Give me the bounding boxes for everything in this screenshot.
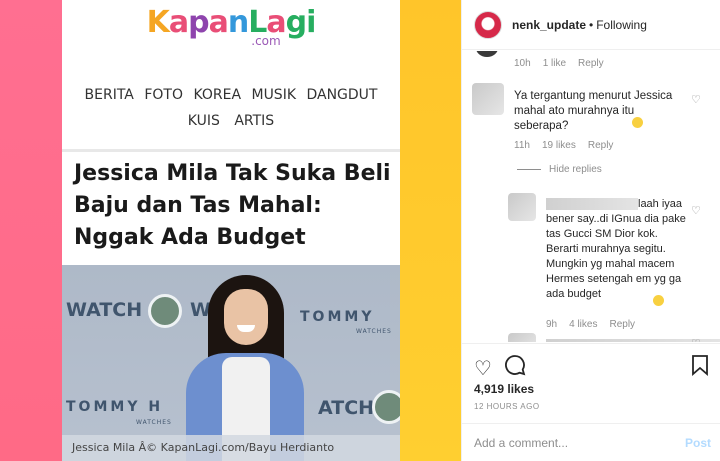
avatar[interactable] [508,193,536,221]
watch-logo-icon-2 [372,390,400,424]
avatar[interactable] [472,83,504,115]
laughing-emoji-icon [632,117,643,128]
comment-meta: 10h 1 like Reply [514,58,616,69]
photo-caption: Jessica Mila Â© KapanLagi.com/Bayu Herdi… [62,435,400,461]
reply-button[interactable]: Reply [609,319,635,330]
post-header: nenk_update • Following [462,0,720,50]
post-button[interactable]: Post [685,436,711,450]
add-comment-bar: Post [462,423,720,461]
nav-dangdut: DANGDUT [306,87,378,103]
brand-watch-3: ATCH [318,397,375,419]
post-actions: ♡ 4,919 likes 12 HOURS AGO [462,343,720,423]
avatar[interactable] [474,11,502,39]
divider [62,149,400,152]
header-text: nenk_update • Following [512,18,647,32]
article-photo: WATCH WO TOMMY WATCHES TOMMY H WATCHES A… [62,265,400,461]
comment-text: laah iyaa bener say..di IGnua dia pake t… [546,197,688,302]
comment-likes[interactable]: 19 likes [542,140,576,151]
comment-text: Ya tergantung menurut Jessica mahal ato … [514,90,673,132]
post-time: 12 HOURS AGO [474,402,540,411]
heart-icon[interactable]: ♡ [691,93,701,106]
nav-berita: BERITA [84,87,134,103]
comments-panel: nenk_update • Following 10h 1 like Reply Ya … [461,0,720,461]
nav-artis: ARTIS [234,113,275,129]
nav-foto: FOTO [144,87,183,103]
comment-likes[interactable]: 4 likes [569,319,597,330]
gradient-left [0,0,62,461]
brand-tommy-1: TOMMY [300,309,375,325]
separator: • [589,18,594,32]
avatar[interactable] [508,333,536,342]
reply-button[interactable]: Reply [588,140,614,151]
blurred-mention [546,197,638,210]
comments-list[interactable]: 10h 1 like Reply Ya tergantung menurut Jes… [462,51,720,342]
article-card: KapanLagi .com BERITA FOTO KOREA MUSIK D… [62,0,400,461]
nav-musik: MUSIK [251,87,297,103]
avatar[interactable] [476,51,498,57]
comment-likes[interactable]: 1 like [543,58,566,69]
nav-korea: KOREA [193,87,242,103]
brand-tommy-sub-2: WATCHES [136,419,172,426]
laughing-emoji-icon [653,295,664,306]
comment-time: 10h [514,58,531,69]
comment-input[interactable] [474,433,664,453]
comment-time: 9h [546,319,558,330]
hide-replies-button[interactable]: Hide replies [517,164,602,175]
reply-button[interactable]: Reply [578,58,604,69]
site-nav: BERITA FOTO KOREA MUSIK DANGDUT [62,76,400,114]
heart-icon[interactable]: ♡ [691,204,701,217]
brand-watch-1: WATCH [66,299,143,321]
bookmark-icon[interactable] [691,354,709,382]
reply-text: laah iyaa bener say..di IGnua dia pake t… [546,198,686,300]
nav-kuis: KUIS [187,113,220,129]
gradient-right [400,0,461,461]
kapanlagi-logo: KapanLagi .com [62,6,400,49]
likes-count[interactable]: 4,919 likes [474,382,534,396]
like-heart-icon[interactable]: ♡ [474,356,492,381]
comment-meta: 9h 4 likes Reply [546,319,647,330]
comment-icon[interactable] [504,354,526,382]
watch-logo-icon [148,294,182,328]
brand-tommy-sub-1: WATCHES [356,328,392,335]
article-headline: Jessica Mila Tak Suka Beli Baju dan Tas … [74,161,391,250]
comment-meta: 11h 19 likes Reply [514,140,625,151]
username[interactable]: nenk_update [512,18,586,32]
brand-tommy-2: TOMMY H [66,399,164,415]
heart-icon[interactable]: ♡ [691,337,701,342]
following-button[interactable]: Following [596,18,647,32]
post-image: KapanLagi .com BERITA FOTO KOREA MUSIK D… [0,0,461,461]
site-nav-row2: KUIS ARTIS [62,113,400,129]
person-face [224,289,268,345]
comment-time: 11h [514,140,530,151]
